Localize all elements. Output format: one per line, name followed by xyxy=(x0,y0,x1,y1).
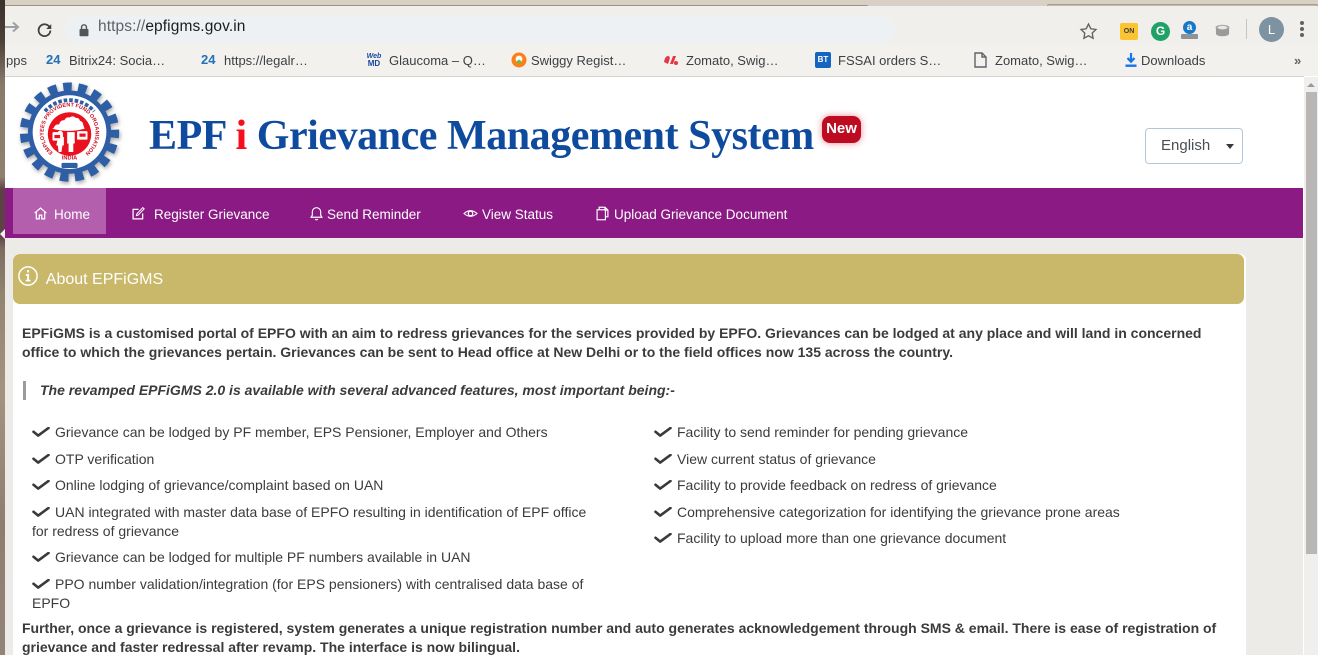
svg-text:INDIA: INDIA xyxy=(62,156,77,162)
